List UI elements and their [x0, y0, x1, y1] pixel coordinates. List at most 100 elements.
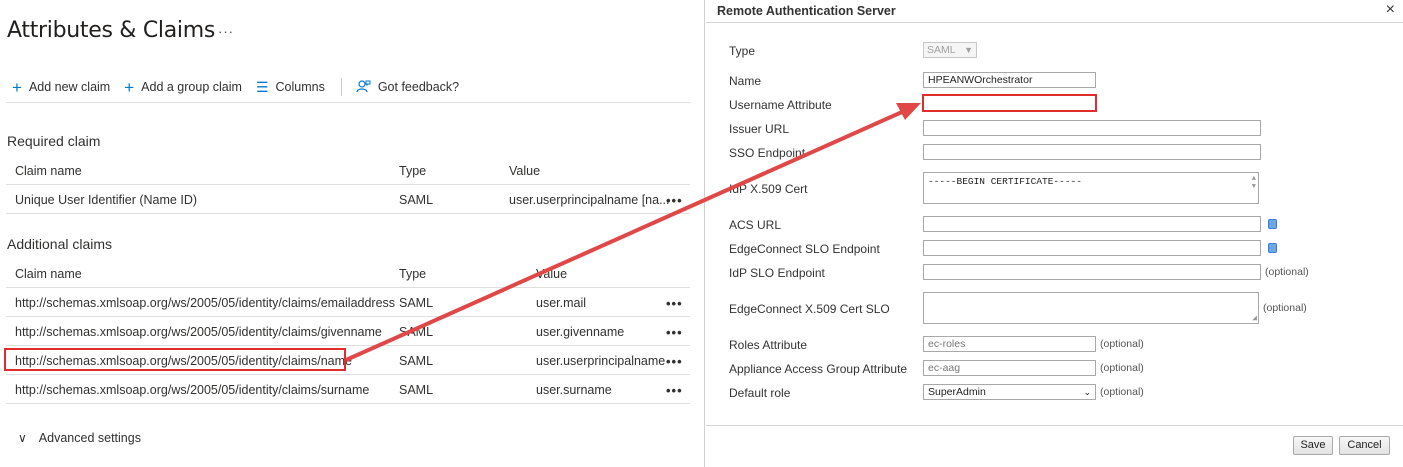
idp-slo-endpoint-label: IdP SLO Endpoint	[729, 266, 825, 280]
remote-auth-server-dialog: Remote Authentication Server × Type SAML…	[706, 0, 1403, 467]
username-attribute-input[interactable]	[922, 94, 1097, 112]
column-header-type: Type	[399, 267, 427, 281]
optional-hint: (optional)	[1100, 362, 1144, 374]
chevron-down-icon: ∨	[18, 431, 27, 445]
aag-attribute-label: Appliance Access Group Attribute	[729, 362, 908, 376]
close-icon[interactable]: ×	[1386, 1, 1395, 19]
acs-url-input[interactable]	[923, 216, 1261, 232]
optional-hint: (optional)	[1263, 302, 1307, 314]
plus-icon: +	[12, 77, 22, 97]
table-header: Claim name Type Value	[6, 156, 690, 185]
columns-icon: ☰	[255, 79, 269, 95]
ec-cert-slo-textarea[interactable]: ◢	[923, 292, 1259, 324]
ec-slo-endpoint-input[interactable]	[923, 240, 1261, 256]
table-row[interactable]: http://schemas.xmlsoap.org/ws/2005/05/id…	[6, 288, 690, 317]
columns-label: Columns	[275, 80, 325, 94]
advanced-settings-toggle[interactable]: ∨ Advanced settings	[18, 431, 141, 445]
claim-value: user.mail	[536, 296, 587, 310]
claim-type: SAML	[399, 325, 434, 339]
chevron-down-icon: ⌄	[1083, 387, 1091, 397]
table-row[interactable]: Unique User Identifier (Name ID) SAML us…	[6, 185, 690, 214]
claim-type: SAML	[399, 296, 434, 310]
add-group-claim-button[interactable]: + Add a group claim	[124, 79, 242, 96]
sso-endpoint-input[interactable]	[923, 144, 1261, 160]
optional-hint: (optional)	[1100, 338, 1144, 350]
optional-hint: (optional)	[1100, 386, 1144, 398]
copy-icon[interactable]	[1268, 219, 1277, 229]
type-select-value: SAML	[927, 44, 956, 56]
ec-slo-endpoint-label: EdgeConnect SLO Endpoint	[729, 242, 880, 256]
required-claim-table: Claim name Type Value Unique User Identi…	[6, 156, 690, 214]
additional-claims-heading: Additional claims	[7, 236, 113, 252]
roles-attribute-input[interactable]: ec-roles	[923, 336, 1096, 352]
default-role-select[interactable]: SuperAdmin ⌄	[923, 384, 1096, 400]
username-attribute-label: Username Attribute	[729, 98, 832, 112]
attributes-claims-pane: Attributes & Claims ··· + Add new claim …	[0, 0, 705, 467]
cancel-button[interactable]: Cancel	[1339, 436, 1390, 455]
ec-cert-slo-label: EdgeConnect X.509 Cert SLO	[729, 302, 890, 316]
table-row[interactable]: http://schemas.xmlsoap.org/ws/2005/05/id…	[6, 375, 690, 404]
feedback-label: Got feedback?	[377, 80, 460, 94]
feedback-button[interactable]: Got feedback?	[356, 79, 459, 96]
name-label: Name	[729, 74, 762, 88]
plus-icon: +	[124, 77, 135, 97]
table-row[interactable]: http://schemas.xmlsoap.org/ws/2005/05/id…	[6, 317, 690, 346]
dialog-header-divider	[706, 22, 1403, 23]
issuer-url-label: Issuer URL	[729, 122, 790, 136]
toolbar-divider	[340, 78, 342, 96]
row-more-icon[interactable]: •••	[666, 325, 683, 340]
idp-slo-endpoint-input[interactable]	[923, 264, 1261, 280]
claim-name: http://schemas.xmlsoap.org/ws/2005/05/id…	[15, 296, 396, 310]
row-more-icon[interactable]: •••	[666, 296, 683, 311]
required-claim-heading: Required claim	[7, 133, 101, 149]
roles-attribute-label: Roles Attribute	[729, 338, 808, 352]
claim-type: SAML	[399, 354, 434, 368]
claim-name: http://schemas.xmlsoap.org/ws/2005/05/id…	[15, 383, 370, 397]
toolbar: + Add new claim + Add a group claim ☰ Co…	[12, 78, 473, 96]
more-options-icon[interactable]: ···	[218, 24, 234, 39]
default-role-label: Default role	[729, 386, 791, 400]
highlight-box-name-claim	[4, 348, 346, 371]
column-header-claim-name: Claim name	[15, 267, 82, 281]
claim-name: Unique User Identifier (Name ID)	[15, 193, 198, 207]
save-button[interactable]: Save	[1293, 436, 1333, 455]
dialog-title: Remote Authentication Server	[717, 4, 896, 18]
default-role-value: SuperAdmin	[928, 386, 986, 398]
name-input[interactable]: HPEANWOrchestrator	[923, 72, 1096, 88]
column-header-claim-name: Claim name	[15, 164, 82, 178]
claim-value: user.userprincipalname [na...	[509, 193, 670, 207]
column-header-type: Type	[399, 164, 427, 178]
columns-button[interactable]: ☰ Columns	[256, 80, 325, 94]
type-select: SAML ▼	[923, 42, 977, 58]
table-header: Claim name Type Value	[6, 259, 690, 288]
idp-cert-textarea[interactable]: -----BEGIN CERTIFICATE----- ▲ ▼	[923, 172, 1259, 204]
row-more-icon[interactable]: •••	[666, 193, 683, 208]
additional-claims-table: Claim name Type Value http://schemas.xml…	[6, 259, 690, 404]
issuer-url-input[interactable]	[923, 120, 1261, 136]
acs-url-label: ACS URL	[729, 218, 782, 232]
resize-handle-icon[interactable]: ◢	[1252, 313, 1257, 323]
advanced-settings-label: Advanced settings	[38, 431, 141, 445]
feedback-icon	[356, 79, 371, 96]
column-header-value: Value	[536, 267, 568, 281]
add-new-claim-label: Add new claim	[28, 80, 111, 94]
claim-name: http://schemas.xmlsoap.org/ws/2005/05/id…	[15, 325, 382, 339]
optional-hint: (optional)	[1265, 266, 1309, 278]
claim-value: user.surname	[536, 383, 612, 397]
add-new-claim-button[interactable]: + Add new claim	[12, 79, 110, 96]
toolbar-divider-line	[6, 102, 691, 103]
copy-icon[interactable]	[1268, 243, 1277, 253]
row-more-icon[interactable]: •••	[666, 354, 683, 369]
row-more-icon[interactable]: •••	[666, 383, 683, 398]
claim-value: user.givenname	[536, 325, 625, 339]
add-group-claim-label: Add a group claim	[141, 80, 242, 94]
claim-type: SAML	[399, 383, 434, 397]
page-title: Attributes & Claims	[7, 18, 216, 43]
sso-endpoint-label: SSO Endpoint	[729, 146, 806, 160]
aag-attribute-input[interactable]: ec-aag	[923, 360, 1096, 376]
type-label: Type	[729, 44, 756, 58]
column-header-value: Value	[509, 164, 541, 178]
scroll-arrows-icon[interactable]: ▲ ▼	[1252, 175, 1256, 191]
chevron-down-icon: ▼	[964, 45, 973, 55]
idp-cert-value: -----BEGIN CERTIFICATE-----	[928, 176, 1082, 187]
